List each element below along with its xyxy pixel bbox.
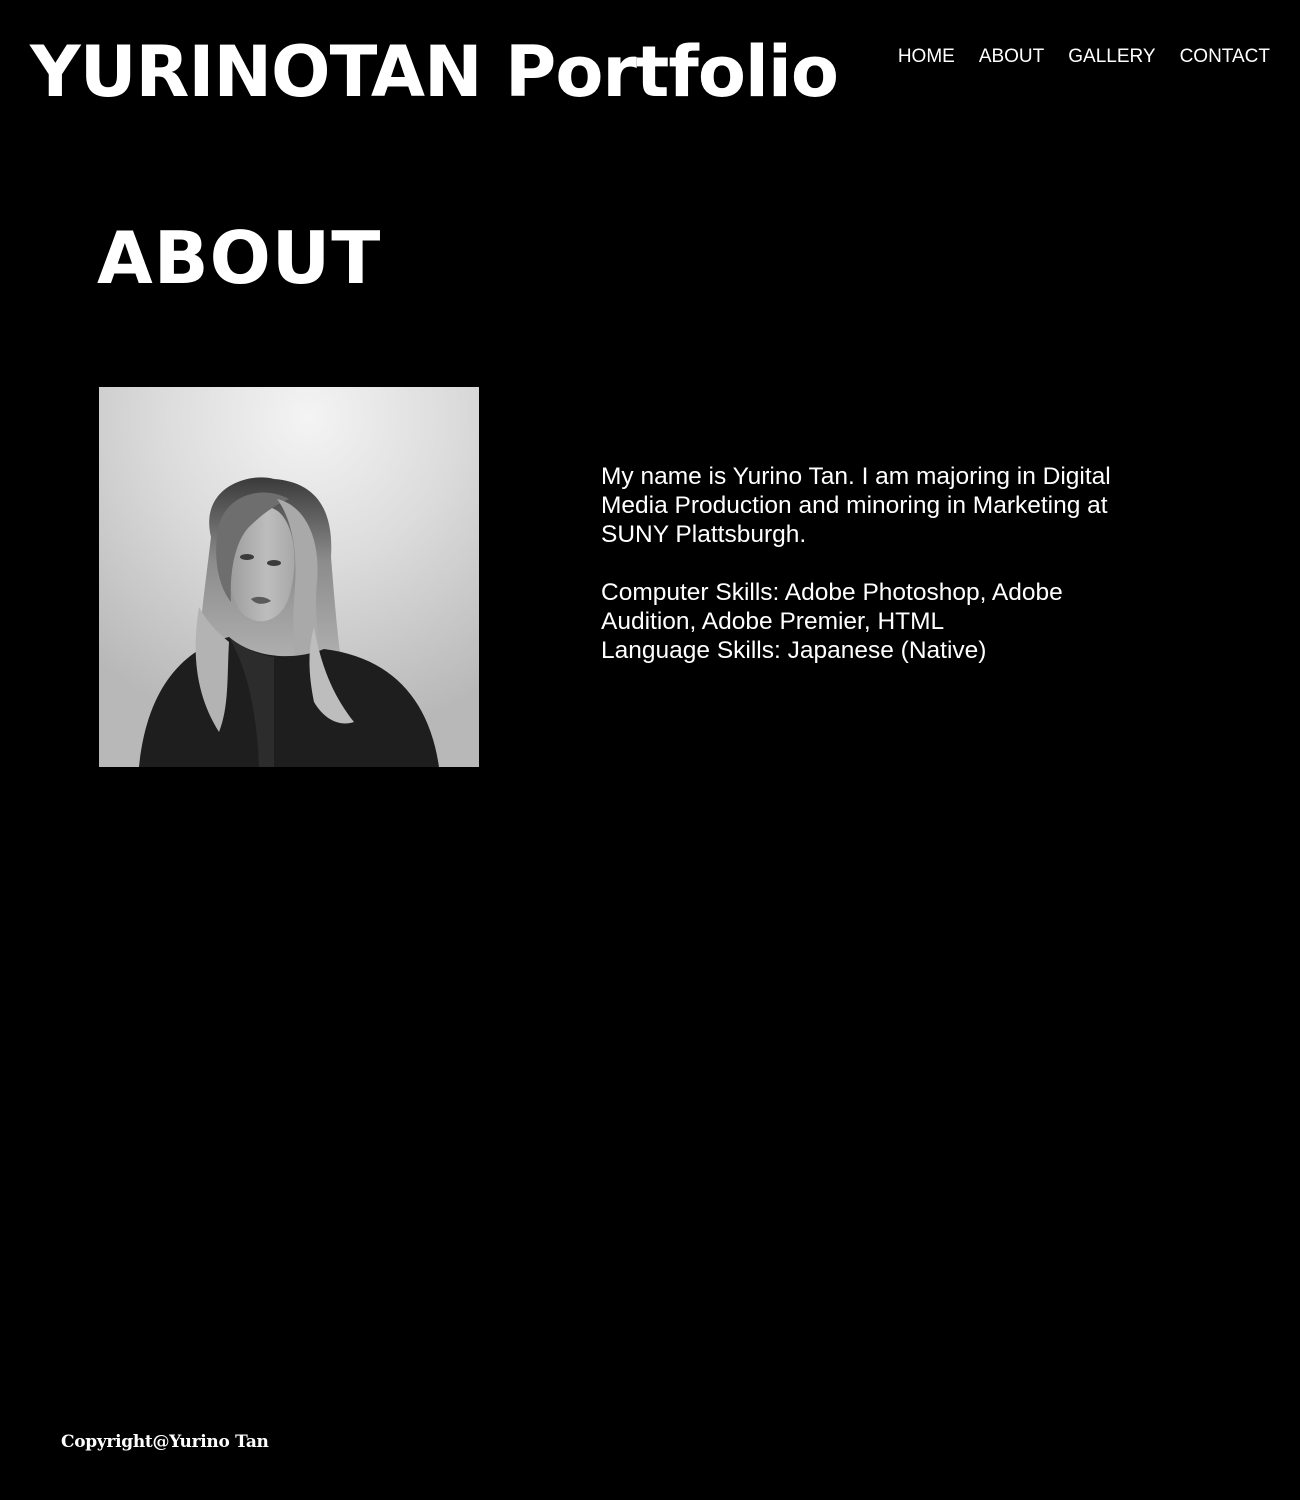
nav-about-link[interactable]: ABOUT bbox=[967, 44, 1056, 70]
footer-copyright: Copyright@Yurino Tan bbox=[61, 1432, 269, 1452]
bio-intro: My name is Yurino Tan. I am majoring in … bbox=[601, 463, 1111, 548]
portrait-photo bbox=[99, 387, 479, 767]
bio-spacer bbox=[601, 549, 1121, 578]
nav-contact-link[interactable]: CONTACT bbox=[1168, 44, 1270, 70]
nav-home-link[interactable]: HOME bbox=[886, 44, 967, 70]
site-title[interactable]: YURINOTAN Portfolio bbox=[30, 24, 839, 120]
bio-text: My name is Yurino Tan. I am majoring in … bbox=[601, 462, 1121, 665]
main-nav: HOME ABOUT GALLERY CONTACT bbox=[886, 44, 1270, 70]
nav-gallery-link[interactable]: GALLERY bbox=[1056, 44, 1167, 70]
page-heading: ABOUT bbox=[97, 216, 382, 300]
bio-computer-skills: Computer Skills: Adobe Photoshop, Adobe … bbox=[601, 579, 1063, 635]
bio-language-skills: Language Skills: Japanese (Native) bbox=[601, 637, 987, 664]
